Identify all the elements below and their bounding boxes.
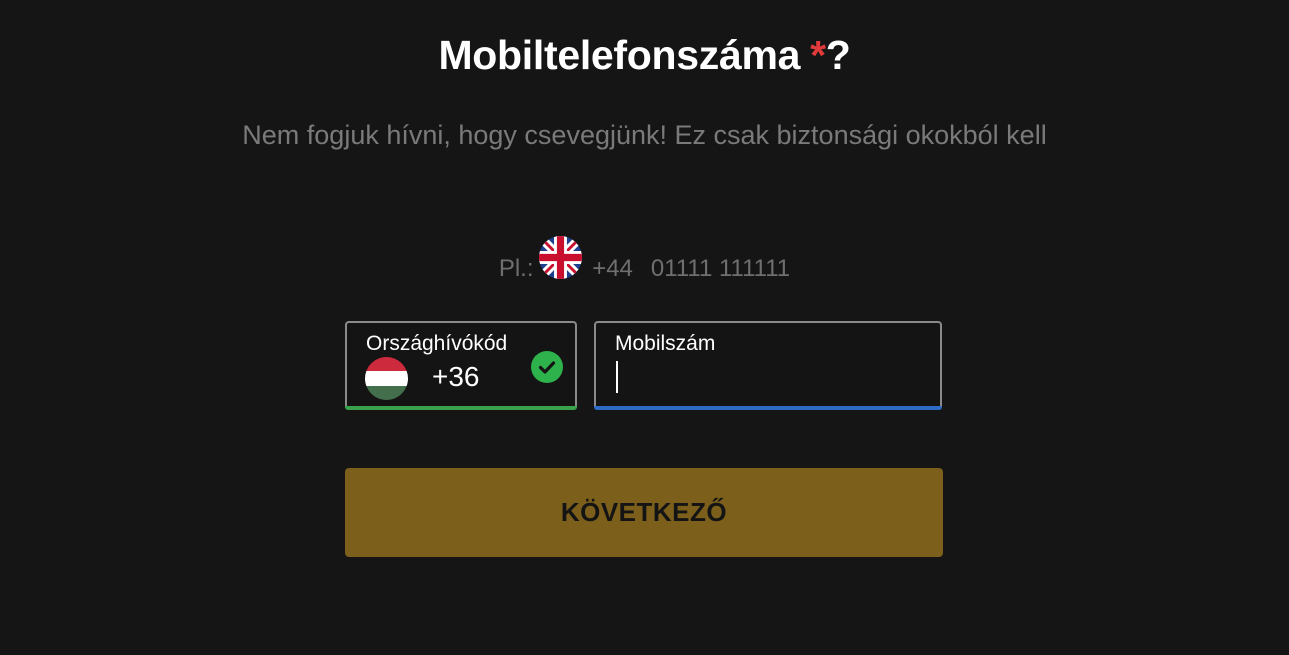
mobile-number-field[interactable]: Mobilszám — [594, 321, 942, 410]
country-field-valid-underline — [345, 406, 577, 410]
phone-example: Pl.: +44 01111 111111 — [0, 234, 1289, 304]
hungary-flag-icon — [365, 357, 408, 400]
mobile-number-input[interactable] — [615, 359, 915, 395]
required-mark: * — [810, 32, 826, 78]
title-text: Mobiltelefonszáma — [438, 32, 801, 78]
example-number: 01111 111111 — [650, 255, 791, 282]
phone-step-page: Mobiltelefonszáma *? Nem fogjuk hívni, ho… — [0, 0, 1289, 655]
text-caret — [616, 361, 618, 393]
country-code-value: +36 — [432, 361, 480, 392]
mobile-number-label: Mobilszám — [615, 332, 716, 355]
country-code-label: Országhívókód — [366, 332, 508, 355]
page-title: Mobiltelefonszáma *? — [0, 28, 1289, 82]
uk-flag-icon — [538, 236, 582, 279]
check-icon — [531, 351, 563, 383]
page-subtitle: Nem fogjuk hívni, hogy csevegjünk! Ez cs… — [242, 120, 1047, 150]
country-code-select[interactable]: Országhívókód +36 — [345, 321, 577, 410]
title-question-mark: ? — [825, 32, 851, 78]
mobile-field-focus-underline — [594, 406, 942, 410]
example-dial-code: +44 — [592, 255, 633, 282]
example-prefix: Pl.: — [498, 255, 534, 282]
next-button[interactable]: KÖVETKEZŐ — [345, 468, 943, 557]
